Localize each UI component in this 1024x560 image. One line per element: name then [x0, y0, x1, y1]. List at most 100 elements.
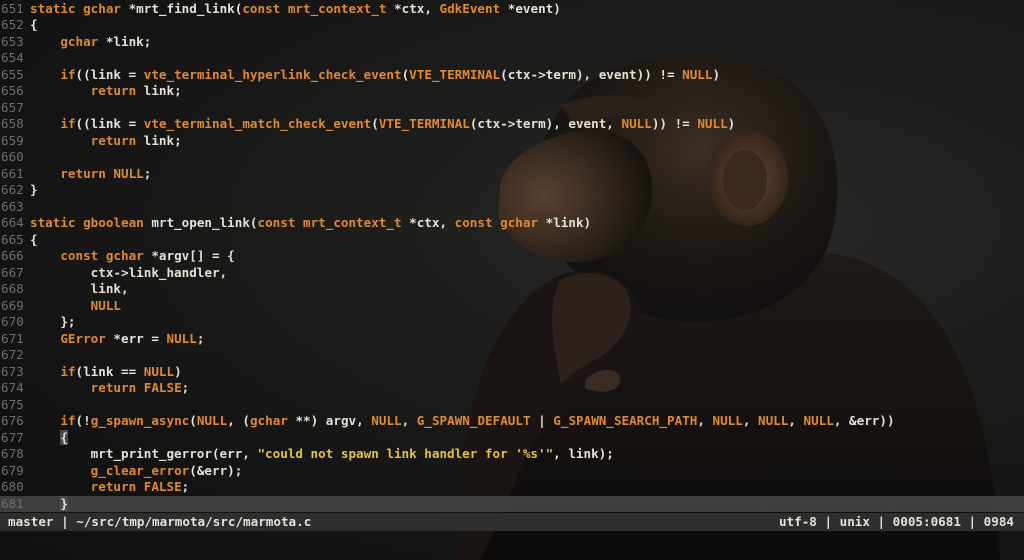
code-line[interactable]: 664 static gboolean mrt_open_link(const m…	[0, 215, 1024, 232]
code-line[interactable]: 681 }	[0, 495, 1024, 513]
code-text[interactable]: }	[27, 182, 38, 199]
line-number: 652	[1, 17, 24, 32]
line-number: 659	[1, 132, 24, 148]
code-text[interactable]: const gchar *argv[] = {	[27, 248, 235, 265]
code-line[interactable]: 661 return NULL;	[0, 166, 1024, 183]
code-text[interactable]: return FALSE;	[27, 479, 190, 496]
code-text[interactable]: gchar *link;	[27, 34, 151, 51]
code-line[interactable]: 671 GError *err = NULL;	[0, 331, 1024, 348]
code-line[interactable]: 662}	[0, 182, 1024, 199]
code-text[interactable]: static gchar *mrt_find_link(const mrt_co…	[27, 1, 561, 18]
code-text[interactable]: {	[27, 17, 38, 34]
code-text[interactable]: GError *err = NULL;	[27, 331, 204, 348]
code-text[interactable]: mrt_print_gerror(err, "could not spawn l…	[27, 446, 614, 463]
code-token: , (	[227, 413, 250, 428]
code-text[interactable]: };	[27, 314, 75, 331]
code-line[interactable]: 672	[0, 347, 1024, 364]
code-token: return	[90, 132, 137, 148]
code-text[interactable]: }	[27, 495, 68, 513]
code-text[interactable]: NULL	[27, 298, 121, 315]
code-token: NULL	[371, 413, 402, 428]
code-token: {	[30, 231, 38, 247]
code-line[interactable]: 655 if((link = vte_terminal_hyperlink_ch…	[0, 67, 1024, 84]
code-token: "could not spawn link handler for '%s'"	[257, 446, 554, 461]
code-line[interactable]: 675	[0, 397, 1024, 414]
code-token: ;	[143, 165, 152, 181]
code-text[interactable]: static gboolean mrt_open_link(const mrt_…	[27, 215, 591, 232]
code-line[interactable]: 668 link,	[0, 281, 1024, 298]
status-bar: master | ~/src/tmp/marmota/src/marmota.c…	[0, 513, 1024, 531]
code-line[interactable]: 674 return FALSE;	[0, 380, 1024, 397]
code-line[interactable]: 660	[0, 149, 1024, 166]
line-number: 665	[1, 231, 24, 247]
code-line[interactable]: 676 if(!g_spawn_async(NULL, (gchar **) a…	[0, 413, 1024, 430]
code-token: static	[30, 215, 84, 230]
code-line[interactable]: 666 const gchar *argv[] = {	[0, 248, 1024, 265]
code-editor[interactable]: 651 static gchar *mrt_find_link(const mrt…	[0, 0, 1024, 513]
code-line[interactable]: 665 {	[0, 232, 1024, 249]
line-number: 656	[1, 83, 24, 98]
code-text[interactable]: g_clear_error(&err);	[27, 463, 243, 480]
code-token: )	[712, 66, 721, 82]
code-line[interactable]: 656 return link;	[0, 83, 1024, 100]
code-line[interactable]: 677 {	[0, 429, 1024, 447]
line-number: 669	[1, 297, 24, 313]
code-token: ,	[788, 413, 804, 428]
code-token: NULL	[803, 413, 834, 428]
code-line[interactable]: 651 static gchar *mrt_find_link(const mrt…	[0, 1, 1024, 18]
code-line[interactable]: 652 {	[0, 17, 1024, 34]
code-text[interactable]: if(!g_spawn_async(NULL, (gchar **) argv,…	[27, 413, 894, 430]
code-text[interactable]: return FALSE;	[27, 380, 190, 397]
line-number: 666	[1, 248, 24, 263]
code-line[interactable]: 657	[0, 100, 1024, 117]
code-text[interactable]: return link;	[27, 83, 182, 100]
code-token: *argv[] = {	[143, 248, 235, 263]
code-line[interactable]: 663	[0, 199, 1024, 216]
code-text[interactable]: ctx->link_handler,	[27, 265, 227, 282]
code-text[interactable]: {	[27, 429, 68, 447]
code-token: mrt_print_gerror(err,	[30, 446, 258, 461]
code-token: *ctx,	[386, 0, 440, 16]
code-text[interactable]: link,	[27, 281, 129, 298]
code-line[interactable]: 654	[0, 50, 1024, 67]
code-text[interactable]: if((link = vte_terminal_hyperlink_check_…	[27, 67, 720, 84]
code-text[interactable]: if(link == NULL)	[27, 364, 181, 381]
code-token: NULL	[758, 413, 789, 428]
code-text[interactable]: {	[27, 232, 38, 249]
code-token: link;	[136, 83, 182, 98]
code-text[interactable]: return link;	[27, 133, 182, 150]
matched-brace: }	[60, 495, 68, 511]
code-line[interactable]: 659 return link;	[0, 133, 1024, 150]
code-token: vte_terminal_match_check_event	[143, 116, 372, 131]
code-token: GError	[60, 330, 106, 346]
code-line[interactable]: 670 };	[0, 314, 1024, 331]
code-line[interactable]: 680 return FALSE;	[0, 479, 1024, 496]
code-text[interactable]: return NULL;	[27, 166, 151, 183]
code-line[interactable]: 669 NULL	[0, 298, 1024, 315]
code-token: if	[60, 66, 76, 82]
terminal-window[interactable]: 651 static gchar *mrt_find_link(const mrt…	[0, 0, 1024, 560]
code-token: gchar	[500, 215, 539, 230]
code-token: *event)	[500, 0, 561, 16]
code-token: (	[189, 413, 197, 428]
code-line[interactable]: 678 mrt_print_gerror(err, "could not spa…	[0, 446, 1024, 463]
code-token: ctx->link_handler,	[30, 264, 228, 280]
code-token: NULL	[621, 116, 652, 131]
code-line[interactable]: 679 g_clear_error(&err);	[0, 463, 1024, 480]
code-token: const	[242, 0, 288, 16]
code-token: ;	[181, 479, 190, 494]
code-line[interactable]: 673 if(link == NULL)	[0, 364, 1024, 381]
code-line[interactable]: 658 if((link = vte_terminal_match_check_…	[0, 116, 1024, 133]
code-line[interactable]: 653 gchar *link;	[0, 34, 1024, 51]
code-text[interactable]: if((link = vte_terminal_match_check_even…	[27, 116, 735, 133]
code-token: *link;	[98, 33, 152, 49]
code-token: (!	[75, 413, 91, 428]
code-token: NULL	[166, 330, 197, 346]
code-token: VTE_TERMINAL	[378, 116, 470, 131]
code-line[interactable]: 667 ctx->link_handler,	[0, 265, 1024, 282]
code-token: (	[371, 116, 379, 131]
